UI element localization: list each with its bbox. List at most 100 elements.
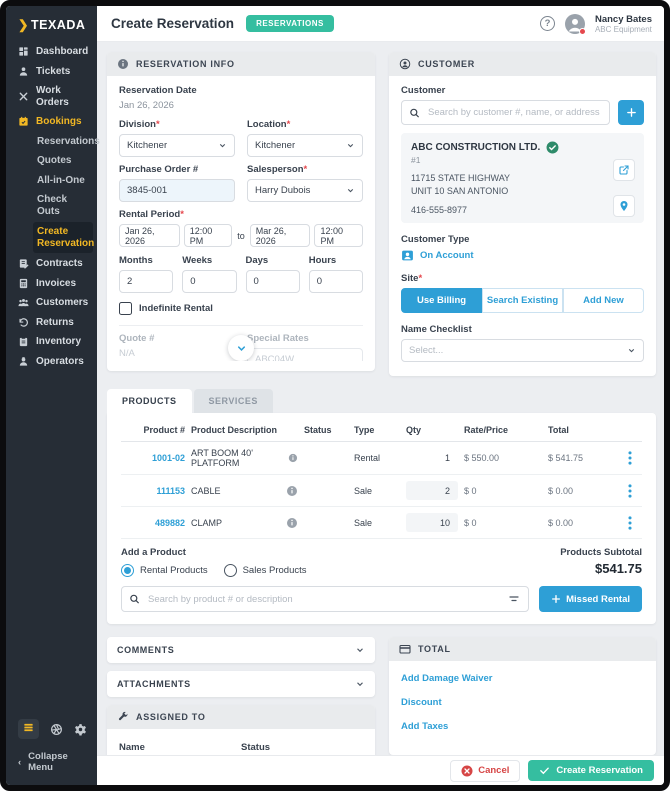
discount-link[interactable]: Discount	[401, 697, 644, 708]
kebab-menu-icon[interactable]	[628, 484, 632, 498]
hours-input[interactable]: 0	[309, 270, 363, 293]
returns-icon	[18, 317, 29, 328]
reservation-info-header: RESERVATION INFO	[107, 52, 375, 76]
location-select[interactable]: Kitchener	[247, 134, 363, 157]
products-table-header: Product # Product Description Status Typ…	[121, 419, 642, 442]
product-number-link[interactable]: 1001-02	[121, 453, 185, 463]
help-icon[interactable]: ?	[540, 16, 555, 31]
end-date-picker[interactable]: Mar 26, 2026	[250, 224, 311, 247]
tab-products[interactable]: PRODUCTS	[107, 389, 192, 413]
radio-sales-products[interactable]: Sales Products	[224, 564, 307, 577]
months-input[interactable]: 2	[119, 270, 173, 293]
customer-phone: 416-555-8977	[411, 205, 634, 215]
start-time-picker[interactable]: 12:00 PM	[184, 224, 233, 247]
site-tab-use-billing[interactable]: Use Billing	[401, 288, 482, 313]
comments-accordion[interactable]: COMMENTS	[107, 637, 375, 663]
sidebar-item-customers[interactable]: Customers	[6, 293, 97, 313]
reservation-info-panel: RESERVATION INFO Reservation Date Jan 26…	[107, 52, 375, 371]
add-customer-button[interactable]	[618, 100, 644, 125]
on-account-icon	[401, 249, 414, 262]
product-number-link[interactable]: 111153	[121, 486, 185, 496]
assigned-to-header: ASSIGNED TO	[107, 705, 375, 729]
info-icon[interactable]	[286, 485, 298, 497]
chevron-down-icon	[236, 343, 247, 354]
map-pin-icon	[618, 200, 630, 212]
search-icon	[129, 594, 140, 605]
tab-services[interactable]: SERVICES	[194, 389, 273, 413]
map-location-button[interactable]	[613, 195, 635, 217]
sidebar-item-create-reservation[interactable]: Create Reservation	[33, 222, 93, 253]
expand-section-button[interactable]	[228, 335, 254, 361]
selected-customer-card: ABC CONSTRUCTION LTD. #1 11715 STATE HIG…	[401, 133, 644, 223]
attachments-accordion[interactable]: ATTACHMENTS	[107, 671, 375, 697]
collapse-menu-button[interactable]: ‹ Collapse Menu	[18, 751, 87, 779]
location-label: Location	[247, 119, 287, 130]
sidebar-item-returns[interactable]: Returns	[6, 313, 97, 333]
sidebar-item-dashboard[interactable]: Dashboard	[6, 42, 97, 62]
aperture-icon[interactable]	[50, 723, 63, 736]
filter-icon[interactable]	[508, 593, 520, 605]
site-tab-add-new[interactable]: Add New	[563, 288, 644, 313]
kebab-menu-icon[interactable]	[628, 451, 632, 465]
checkbox-icon	[119, 302, 132, 315]
radio-rental-products[interactable]: Rental Products	[121, 564, 208, 577]
product-qty-input[interactable]: 2	[406, 481, 458, 500]
avatar[interactable]	[565, 14, 585, 34]
total-header: TOTAL	[389, 637, 656, 661]
product-total: $ 0.00	[548, 518, 622, 528]
days-input[interactable]: 0	[246, 270, 300, 293]
products-table: Product # Product Description Status Typ…	[121, 419, 642, 539]
add-damage-waiver-link[interactable]: Add Damage Waiver	[401, 673, 644, 684]
bookings-icon	[18, 116, 29, 127]
name-checklist-select[interactable]: Select...	[401, 339, 644, 362]
sidebar-item-operators[interactable]: Operators	[6, 352, 97, 372]
indefinite-rental-checkbox[interactable]: Indefinite Rental	[119, 302, 363, 315]
gear-icon[interactable]	[74, 723, 87, 736]
site-segmented-control: Use Billing Search Existing Add New	[401, 288, 644, 313]
external-link-icon	[618, 164, 630, 176]
customer-search-input[interactable]	[401, 100, 610, 125]
months-label: Months	[119, 255, 173, 266]
missed-rental-button[interactable]: Missed Rental	[539, 586, 642, 612]
product-qty: 1	[406, 453, 458, 463]
create-reservation-button[interactable]: Create Reservation	[528, 760, 654, 781]
user-menu[interactable]: Nancy Bates ABC Equipment	[595, 14, 652, 34]
info-icon[interactable]	[286, 517, 298, 529]
start-date-picker[interactable]: Jan 26, 2026	[119, 224, 180, 247]
open-customer-button[interactable]	[613, 159, 635, 181]
sidebar-item-reservations[interactable]: Reservations	[6, 132, 97, 152]
sidebar-item-work-orders[interactable]: Work Orders	[6, 81, 97, 112]
product-total: $ 0.00	[548, 486, 622, 496]
product-number-link[interactable]: 489882	[121, 518, 185, 528]
sidebar-item-invoices[interactable]: Invoices	[6, 274, 97, 294]
salesperson-select[interactable]: Harry Dubois	[247, 179, 363, 202]
sidebar-nav: Dashboard Tickets Work Orders Bookings R…	[6, 42, 97, 371]
page-title: Create Reservation	[111, 16, 234, 31]
customer-label: Customer	[401, 85, 644, 96]
x-circle-icon	[461, 765, 473, 777]
sidebar-item-contracts[interactable]: Contracts	[6, 254, 97, 274]
product-description: CLAMP	[191, 518, 222, 528]
add-taxes-link[interactable]: Add Taxes	[401, 721, 644, 732]
sidebar-item-quotes[interactable]: Quotes	[6, 151, 97, 171]
sidebar-item-inventory[interactable]: Inventory	[6, 332, 97, 352]
sidebar-item-bookings[interactable]: Bookings	[6, 112, 97, 132]
sidebar-item-check-outs[interactable]: Check Outs	[6, 190, 97, 221]
site-tab-search-existing[interactable]: Search Existing	[482, 288, 563, 313]
sidebar-item-all-in-one[interactable]: All-in-One	[6, 171, 97, 191]
product-qty-input[interactable]: 10	[406, 513, 458, 532]
chevron-left-icon: ‹	[18, 757, 21, 768]
kebab-menu-icon[interactable]	[628, 516, 632, 530]
sidebar-item-tickets[interactable]: Tickets	[6, 62, 97, 82]
top-header: Create Reservation RESERVATIONS ? Nancy …	[97, 6, 664, 42]
division-select[interactable]: Kitchener	[119, 134, 235, 157]
menu-style-button[interactable]	[18, 719, 39, 739]
product-search-input[interactable]	[121, 586, 529, 612]
purchase-order-input[interactable]	[119, 179, 235, 202]
plus-icon	[626, 107, 637, 118]
cancel-button[interactable]: Cancel	[450, 760, 520, 782]
weeks-input[interactable]: 0	[182, 270, 236, 293]
end-time-picker[interactable]: 12:00 PM	[314, 224, 363, 247]
wrench-icon	[117, 711, 129, 723]
info-icon[interactable]	[288, 452, 298, 464]
